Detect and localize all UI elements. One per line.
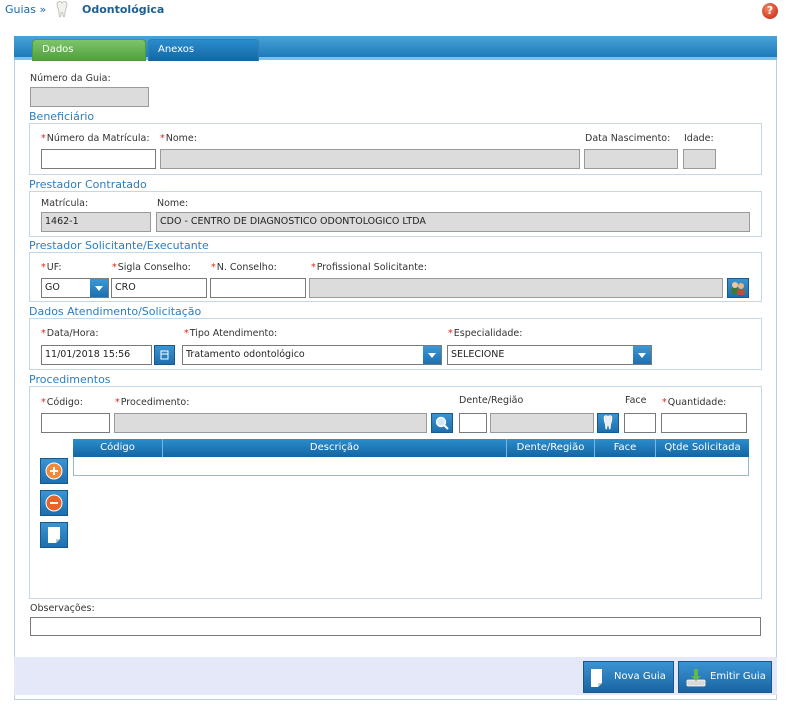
quantidade-label: *Quantidade:: [662, 397, 727, 408]
people-search-icon: [731, 282, 745, 295]
procedimentos-grid-body: [73, 457, 749, 476]
dados-atendimento-section-title: Dados Atendimento/Solicitação: [29, 305, 202, 318]
beneficiario-nome-label: *Nome:: [160, 133, 197, 144]
contratado-matricula-field: 1462-1: [41, 212, 151, 232]
procedimento-label: *Procedimento:: [115, 397, 190, 408]
search-icon: [435, 416, 449, 430]
document-icon: [591, 669, 602, 687]
data-hora-input[interactable]: 11/01/2018 15:56: [41, 345, 152, 365]
calendar-button[interactable]: [154, 345, 175, 365]
face-label: Face: [625, 395, 647, 406]
minus-circle-icon: [45, 494, 63, 512]
tab-dados-atendimento[interactable]: Dados Atendimento: [32, 39, 146, 75]
data-nascimento-label: Data Nascimento:: [585, 133, 671, 144]
beneficiario-matricula-label: *Número da Matrícula:: [41, 133, 150, 144]
regiao-field: [490, 413, 594, 433]
sigla-conselho-input[interactable]: CRO: [111, 278, 207, 298]
idade-label: Idade:: [684, 133, 714, 144]
beneficiario-section-title: Beneficiário: [29, 110, 95, 123]
select-dente-button[interactable]: [597, 413, 619, 433]
add-procedimento-button[interactable]: [40, 458, 68, 484]
quantidade-input[interactable]: [661, 413, 747, 433]
column-dente-regiao[interactable]: Dente/Região: [507, 439, 595, 457]
chevron-down-icon: [423, 346, 441, 364]
n-conselho-label: *N. Conselho:: [211, 262, 277, 273]
top-bar: Guias » Odontológica ?: [0, 0, 792, 22]
procedimento-field: [114, 413, 427, 433]
tipo-atendimento-select[interactable]: Tratamento odontológico: [182, 345, 442, 365]
nova-guia-button[interactable]: Nova Guia: [583, 661, 674, 693]
search-procedimento-button[interactable]: [431, 413, 453, 433]
chevron-down-icon: [633, 346, 651, 364]
plus-circle-icon: [45, 462, 63, 480]
help-icon[interactable]: ?: [762, 3, 778, 19]
dente-input[interactable]: [459, 413, 487, 433]
column-face[interactable]: Face: [595, 439, 656, 457]
chevron-down-icon: [90, 279, 108, 297]
profissional-solicitante-label: *Profissional Solicitante:: [311, 262, 427, 273]
document-icon: [48, 527, 60, 543]
new-document-button[interactable]: [40, 522, 68, 548]
observacoes-label: Observações:: [30, 603, 95, 614]
n-conselho-input[interactable]: [210, 278, 306, 298]
tab-strip: Dados Atendimento Anexos Solicitação: [14, 36, 777, 75]
prestador-contratado-section-title: Prestador Contratado: [29, 178, 147, 191]
matricula-input[interactable]: [41, 149, 156, 169]
column-codigo[interactable]: Código: [73, 439, 163, 457]
data-hora-label: *Data/Hora:: [41, 328, 99, 339]
contratado-matricula-label: Matrícula:: [41, 198, 89, 209]
beneficiario-nome-field: [160, 149, 580, 169]
contratado-nome-label: Nome:: [157, 198, 189, 209]
procedimentos-grid-header: Código Descrição Dente/Região Face Qtde …: [73, 439, 749, 457]
download-tray-icon: [686, 669, 706, 687]
especialidade-select[interactable]: SELECIONE: [447, 345, 652, 365]
numero-guia-label: Número da Guia:: [30, 73, 111, 84]
dente-regiao-label: Dente/Região: [459, 395, 524, 406]
codigo-label: *Código:: [41, 397, 83, 408]
column-qtde-solicitada[interactable]: Qtde Solicitada: [656, 439, 749, 457]
emitir-guia-label: Emitir Guia: [710, 671, 766, 682]
especialidade-label: *Especialidade:: [448, 328, 523, 339]
search-profissional-button[interactable]: [727, 278, 749, 298]
prestador-solicitante-section-title: Prestador Solicitante/Executante: [29, 239, 209, 252]
nova-guia-label: Nova Guia: [614, 671, 666, 682]
idade-field: [683, 149, 716, 169]
data-nascimento-field: [584, 149, 678, 169]
remove-procedimento-button[interactable]: [40, 490, 68, 516]
emitir-guia-button[interactable]: Emitir Guia: [678, 661, 772, 693]
profissional-solicitante-field: [309, 278, 723, 298]
face-input[interactable]: [624, 413, 656, 433]
breadcrumb-guias-link[interactable]: Guias »: [5, 3, 46, 16]
sigla-conselho-label: *Sigla Conselho:: [112, 262, 191, 273]
column-descricao[interactable]: Descrição: [163, 439, 507, 457]
tooth-icon: [603, 415, 613, 430]
contratado-nome-field: CDO - CENTRO DE DIAGNOSTICO ODONTOLOGICO…: [156, 212, 750, 232]
observacoes-input[interactable]: [30, 617, 761, 636]
tab-anexos-solicitacao[interactable]: Anexos Solicitação: [148, 39, 259, 75]
page-title: Odontológica: [82, 3, 165, 16]
codigo-input[interactable]: [41, 413, 110, 433]
uf-select[interactable]: GO: [41, 278, 109, 298]
procedimentos-section-title: Procedimentos: [29, 373, 111, 386]
numero-guia-field: [30, 87, 149, 107]
tipo-atendimento-label: *Tipo Atendimento:: [184, 328, 278, 339]
tooth-icon: [56, 1, 68, 18]
uf-label: *UF:: [41, 262, 62, 273]
calendar-icon: [160, 350, 169, 360]
